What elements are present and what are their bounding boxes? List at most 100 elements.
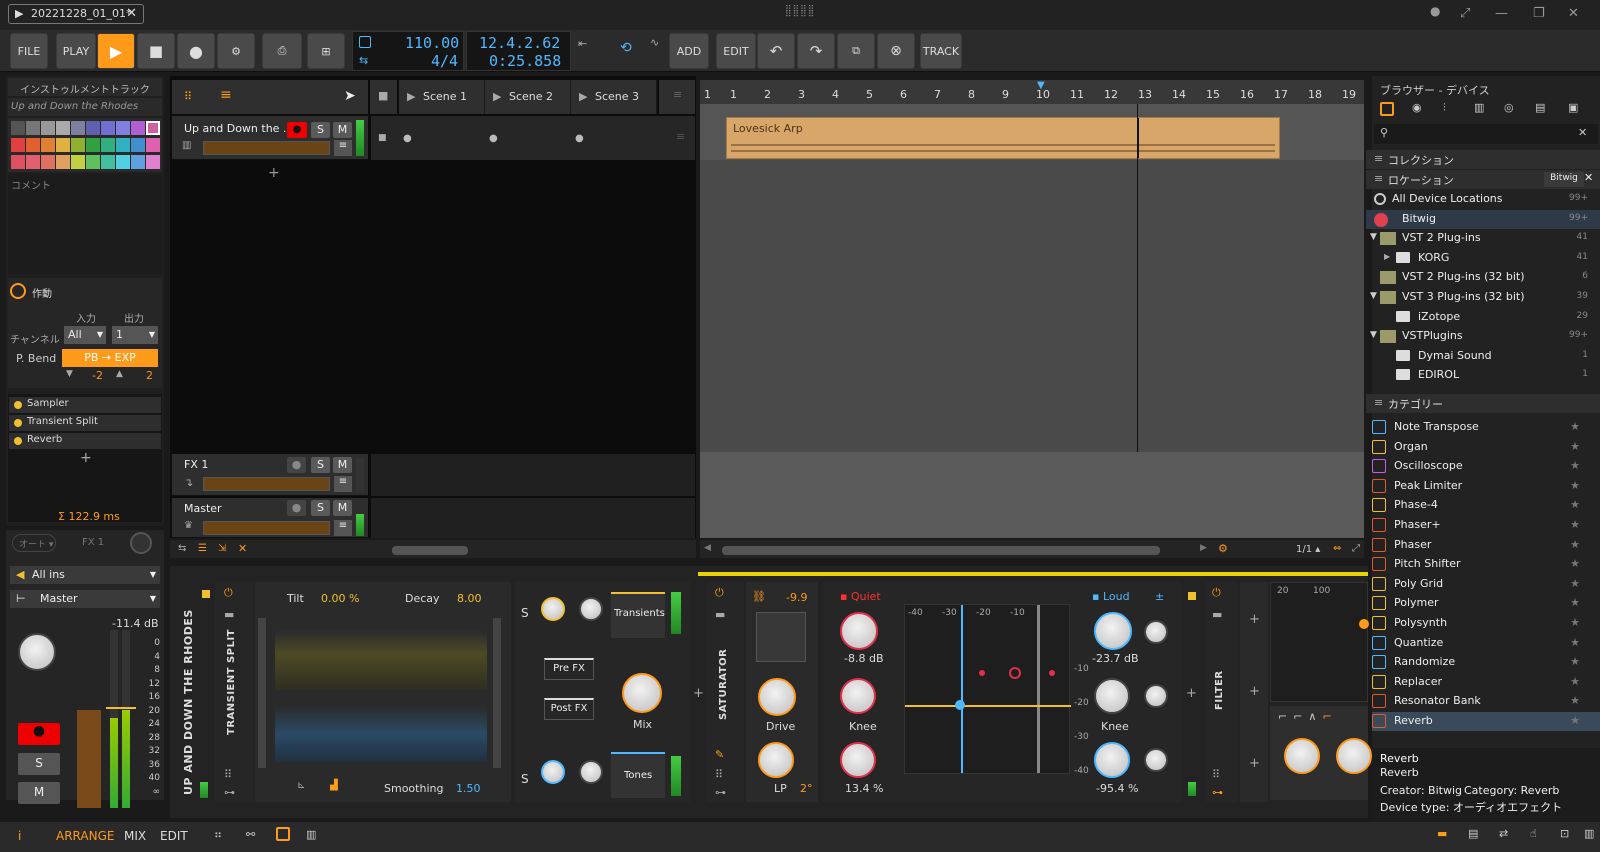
color-swatch[interactable] — [26, 138, 40, 152]
favorite-star-icon[interactable]: ★ — [1570, 577, 1580, 590]
pb-down-value[interactable]: -2 — [92, 369, 103, 382]
device-list-item[interactable]: Polymer ★ — [1372, 594, 1600, 613]
tone-gain-knob[interactable] — [541, 760, 565, 784]
color-swatch[interactable] — [71, 138, 85, 152]
master-volume-slider[interactable] — [203, 521, 330, 535]
mixer-panel-icon[interactable]: ▥ — [306, 828, 316, 841]
device-list-item[interactable]: Phaser+ ★ — [1372, 516, 1600, 535]
histogram-icon[interactable]: ▟ — [330, 780, 338, 791]
favorite-star-icon[interactable]: ★ — [1570, 459, 1580, 472]
ruler[interactable]: 1 1 2 3 4 5 6 7 8 9 10 11 12 13 14 15 16 17 18 19 — [700, 80, 1364, 104]
sync-icon[interactable]: ⇆ — [359, 54, 368, 67]
transient-mode-icon[interactable]: ⊾ — [297, 780, 305, 791]
link-icon[interactable]: ⛓ — [752, 590, 766, 603]
clear-search-icon[interactable]: ✕ — [1578, 126, 1587, 139]
delete-icon[interactable]: ⊗ — [877, 33, 915, 69]
clip-tab-icon[interactable]: ▤ — [1535, 101, 1545, 114]
channel-in-select[interactable]: All ▼ — [64, 326, 106, 344]
collapse-icon[interactable]: ▶ — [1384, 252, 1390, 261]
device-list-item[interactable]: Oscilloscope ★ — [1372, 457, 1600, 476]
touch-icon[interactable]: ☝ — [1530, 827, 1537, 840]
color-swatch[interactable] — [101, 155, 115, 169]
grid-icon[interactable]: ⠿ — [715, 768, 723, 781]
favorite-star-icon[interactable]: ★ — [1570, 596, 1580, 609]
mix-knob[interactable] — [622, 673, 662, 713]
track-name-field[interactable]: Up and Down the Rhodes — [8, 98, 162, 116]
record-arm-button[interactable]: ● — [18, 723, 60, 745]
overview-icon[interactable]: ⊡ — [1560, 827, 1569, 840]
tempo-value[interactable]: 110.00 — [405, 34, 459, 52]
add-button[interactable]: ADD — [669, 33, 709, 69]
pbend-mode-button[interactable]: PB → EXP — [62, 349, 158, 367]
location-item[interactable]: EDIROL 1 — [1366, 366, 1600, 385]
mix-view-button[interactable]: MIX — [124, 829, 146, 843]
device-list-item[interactable]: Poly Grid ★ — [1372, 575, 1600, 594]
playhead-marker-icon[interactable]: ▼ — [1037, 80, 1045, 91]
track-menu-icon[interactable]: ≡ — [334, 476, 352, 492]
metronome-icon[interactable] — [359, 36, 371, 48]
filter-cutoff-handle[interactable] — [1359, 619, 1369, 629]
favorite-star-icon[interactable]: ★ — [1570, 538, 1580, 551]
saturator-curve-graph[interactable] — [904, 604, 1071, 774]
color-swatch[interactable] — [56, 155, 70, 169]
pointer-tool-icon[interactable]: ➤ — [344, 88, 356, 104]
folder-icon[interactable]: ▬ — [715, 608, 725, 621]
track-menu-icon[interactable]: ≡ — [334, 520, 352, 536]
filter-resonance-knob[interactable] — [1336, 738, 1372, 774]
scene-3[interactable]: ▶ Scene 3 — [571, 80, 657, 114]
track-solo-button[interactable]: S — [311, 122, 330, 138]
footer-close-icon[interactable]: ✕ — [238, 542, 247, 555]
clip-slot-dot-icon[interactable]: ● — [489, 133, 498, 144]
tilt-slider[interactable] — [258, 618, 266, 768]
color-swatch[interactable] — [56, 121, 70, 135]
threshold-line[interactable] — [961, 605, 963, 773]
stop-button[interactable]: ■ — [137, 33, 175, 69]
browser-search-input[interactable] — [1374, 124, 1598, 144]
color-swatch[interactable] — [41, 155, 55, 169]
location-item[interactable]: All Device Locations 99+ — [1366, 190, 1600, 209]
favorite-star-icon[interactable]: ★ — [1570, 498, 1580, 511]
scene-1[interactable]: ▶ Scene 1 — [399, 80, 485, 114]
color-swatch[interactable] — [101, 121, 115, 135]
power-icon[interactable]: ⏻ — [224, 586, 233, 600]
groove-icon[interactable]: ⊞ — [307, 33, 345, 69]
route-icon[interactable]: ⊶ — [1212, 786, 1223, 799]
color-swatch[interactable] — [41, 138, 55, 152]
pan-knob[interactable] — [18, 633, 56, 671]
music-tab-icon[interactable]: ◎ — [1504, 101, 1514, 114]
post-fx-button[interactable]: Post FX — [544, 698, 594, 720]
track-name[interactable]: FX 1 — [184, 458, 208, 471]
expand-icon[interactable]: ▼ — [1370, 291, 1377, 301]
track-volume-slider[interactable] — [203, 477, 330, 491]
track-solo-button[interactable]: S — [311, 457, 330, 473]
color-swatch[interactable] — [146, 138, 160, 152]
track-solo-button[interactable]: S — [311, 500, 330, 516]
device-list-item[interactable]: Phaser ★ — [1372, 536, 1600, 555]
favorite-star-icon[interactable]: ★ — [1570, 479, 1580, 492]
browser-toggle-icon[interactable]: ▬ — [1437, 827, 1447, 840]
copy-icon[interactable]: ⧉ — [837, 33, 875, 69]
multisample-tab-icon[interactable]: ▥ — [1474, 101, 1484, 114]
project-icon[interactable]: ▤ — [1468, 827, 1478, 840]
scene-menu-icon[interactable]: ≡ — [659, 80, 695, 114]
clear-filter-icon[interactable]: ✕ — [1584, 171, 1593, 184]
preset-tab-icon[interactable]: ◉ — [1412, 101, 1422, 114]
stop-slot-icon[interactable]: ■ — [378, 133, 387, 143]
input-routing-select[interactable]: ◀ All ins ▼ — [10, 566, 160, 584]
tone-width-knob[interactable] — [579, 760, 603, 784]
drive-knob[interactable] — [758, 678, 796, 716]
color-swatch[interactable] — [11, 155, 25, 169]
color-swatch[interactable] — [116, 121, 130, 135]
color-swatch[interactable] — [131, 138, 145, 152]
smoothing-value[interactable]: 1.50 — [456, 782, 481, 795]
favorite-star-icon[interactable]: ★ — [1570, 694, 1580, 707]
comment-area[interactable]: コメント — [8, 174, 162, 274]
location-item[interactable]: ▼ VSTPlugins 99+ — [1366, 327, 1600, 346]
favorite-star-icon[interactable]: ★ — [1570, 420, 1580, 433]
color-swatch[interactable] — [116, 138, 130, 152]
pb-up-value[interactable]: 2 — [146, 369, 153, 382]
device-list-item[interactable]: Phase-4 ★ — [1372, 496, 1600, 515]
arrange-view-button[interactable]: ARRANGE — [56, 829, 114, 843]
location-item[interactable]: ▶ KORG 41 — [1366, 249, 1600, 268]
location-item[interactable]: Bitwig 99+ — [1366, 209, 1600, 229]
